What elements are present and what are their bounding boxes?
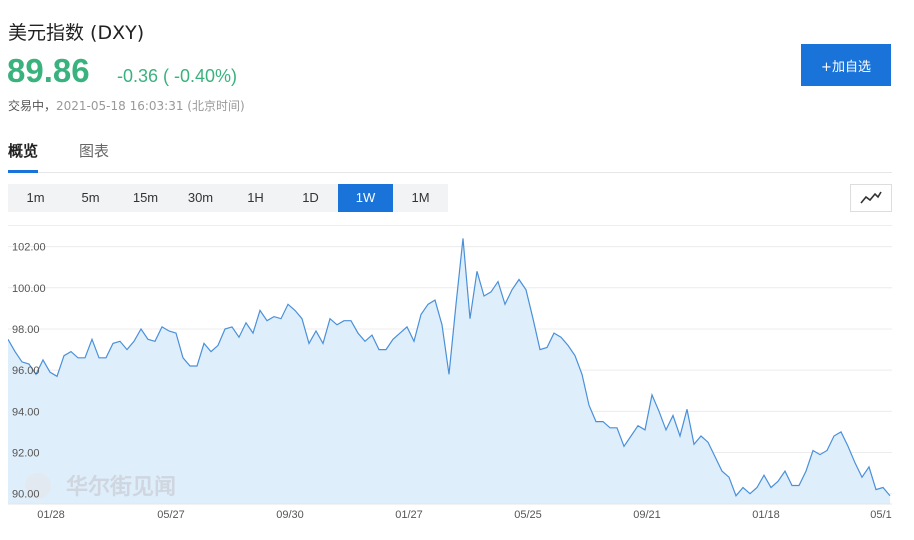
range-30m[interactable]: 30m	[173, 184, 228, 212]
timestamp: 2021-05-18 16:03:31 (北京时间)	[56, 99, 245, 113]
x-tick-label: 05/27	[157, 509, 185, 521]
range-15m[interactable]: 15m	[118, 184, 173, 212]
range-selector: 1m 5m 15m 30m 1H 1D 1W 1M	[8, 184, 448, 212]
add-watchlist-button[interactable]: +加自选	[801, 44, 891, 86]
range-1mo[interactable]: 1M	[393, 184, 448, 212]
range-1w[interactable]: 1W	[338, 184, 393, 212]
line-chart-icon	[860, 191, 882, 204]
current-price: 89.86	[7, 52, 90, 89]
tab-chart[interactable]: 图表	[79, 140, 109, 170]
tab-bar: 概览 图表	[8, 140, 892, 173]
status-text: 交易中，	[8, 99, 57, 113]
x-tick-label: 01/18	[752, 509, 780, 521]
range-1m[interactable]: 1m	[8, 184, 63, 212]
y-tick-label: 96.00	[12, 365, 40, 377]
y-tick-label: 102.00	[12, 242, 46, 254]
page-title: 美元指数 (DXY)	[8, 22, 145, 44]
range-1h[interactable]: 1H	[228, 184, 283, 212]
chart-type-button[interactable]	[850, 184, 892, 212]
y-tick-label: 92.00	[12, 448, 40, 460]
chart-canvas: 华尔街见闻 102.00 100.00 98.00 96.00 94.00 92.00 90.…	[8, 238, 892, 521]
y-tick-label: 98.00	[12, 324, 40, 336]
x-tick-label: 01/27	[395, 509, 423, 521]
x-tick-label: 05/25	[514, 509, 542, 521]
price-change: -0.36 ( -0.40%)	[117, 66, 238, 86]
x-tick-label: 09/30	[276, 509, 304, 521]
watermark-text: 华尔街见闻	[66, 474, 176, 500]
x-tick-label: 05/1	[870, 509, 891, 521]
range-5m[interactable]: 5m	[63, 184, 118, 212]
x-tick-label: 09/21	[633, 509, 661, 521]
x-tick-label: 01/28	[37, 509, 65, 521]
y-tick-label: 100.00	[12, 283, 46, 295]
y-tick-label: 94.00	[12, 406, 40, 418]
price-chart[interactable]: 华尔街见闻 102.00 100.00 98.00 96.00 94.00 92.00 90.…	[8, 225, 892, 528]
y-tick-label: 90.00	[12, 489, 40, 501]
tab-overview[interactable]: 概览	[8, 140, 39, 173]
range-1d[interactable]: 1D	[283, 184, 338, 212]
trading-status: 交易中，2021-05-18 16:03:31 (北京时间)	[8, 97, 245, 114]
